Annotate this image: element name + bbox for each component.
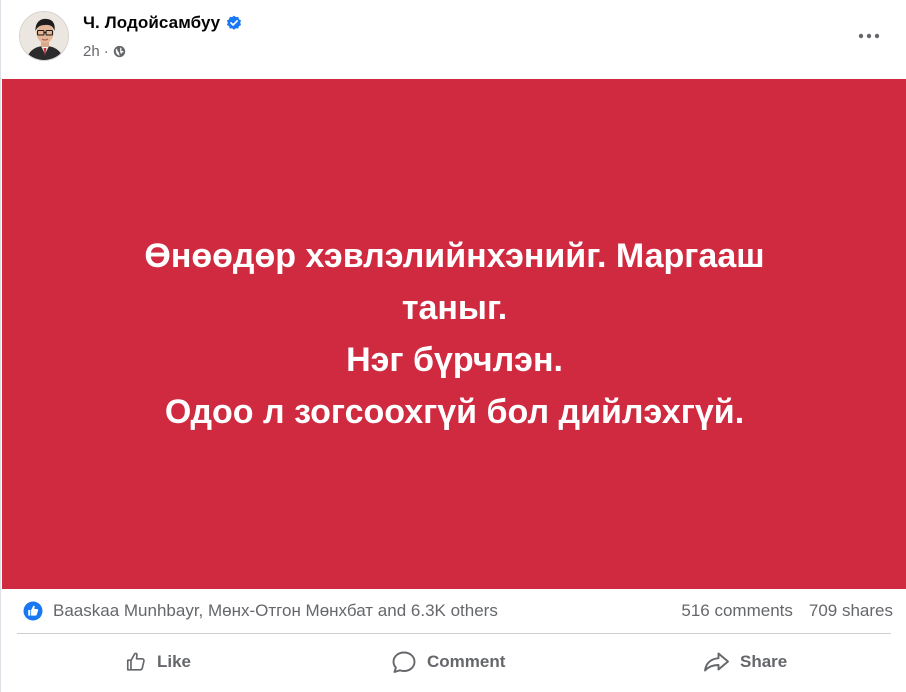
post-meta: 2h ·: [83, 43, 126, 60]
like-label: Like: [157, 652, 192, 671]
author-name[interactable]: Ч. Лодойсамбуу: [83, 13, 220, 33]
post-text: Өнөөдөр хэвлэлийнхэнийг. Маргааш таныг. …: [75, 230, 835, 438]
author-row: Ч. Лодойсамбуу: [83, 13, 242, 33]
thumbs-up-icon: [126, 652, 145, 671]
post-text-line-3: Нэг бүрчлэн.: [346, 341, 563, 379]
author-avatar[interactable]: [19, 11, 69, 61]
more-options-icon: [858, 33, 880, 39]
post-text-background[interactable]: Өнөөдөр хэвлэлийнхэнийг. Маргааш таныг. …: [2, 79, 906, 589]
reactors-summary[interactable]: Baaskaa Munhbayr, Мөнх-Отгон Мөнхбат and…: [53, 601, 498, 621]
post-actions: Like Comment Share: [1, 640, 906, 684]
engagement-counts: 516 comments 709 shares: [681, 601, 893, 621]
verified-badge-icon: [226, 15, 242, 31]
comment-icon: [392, 651, 416, 673]
shares-count[interactable]: 709 shares: [809, 601, 893, 621]
post-timestamp[interactable]: 2h: [83, 43, 100, 60]
globe-icon[interactable]: [113, 45, 126, 58]
post-header: Ч. Лодойсамбуу 2h ·: [1, 0, 906, 79]
comment-label: Comment: [427, 652, 506, 671]
more-options-button[interactable]: [851, 20, 887, 52]
post-text-line-1: Өнөөдөр хэвлэлийнхэнийг. Маргааш: [144, 237, 765, 275]
comments-count[interactable]: 516 comments: [681, 601, 793, 621]
feed-post: Ч. Лодойсамбуу 2h · Өнөөдөр хэвлэлийнхэн…: [0, 0, 906, 692]
share-button[interactable]: Share: [703, 640, 787, 684]
avatar-image: [20, 12, 68, 60]
like-button[interactable]: Like: [125, 640, 191, 684]
post-text-line-2: таныг.: [401, 289, 508, 327]
reactions-bar: Baaskaa Munhbayr, Мөнх-Отгон Мөнхбат and…: [1, 592, 906, 630]
actions-divider: [17, 633, 891, 634]
share-label: Share: [740, 652, 788, 671]
comment-button[interactable]: Comment: [391, 640, 505, 684]
share-icon: [704, 652, 729, 672]
meta-separator: ·: [103, 43, 109, 60]
like-reaction-icon[interactable]: [23, 601, 43, 621]
post-text-line-4: Одоо л зогсоохгүй бол дийлэхгүй.: [164, 393, 745, 431]
